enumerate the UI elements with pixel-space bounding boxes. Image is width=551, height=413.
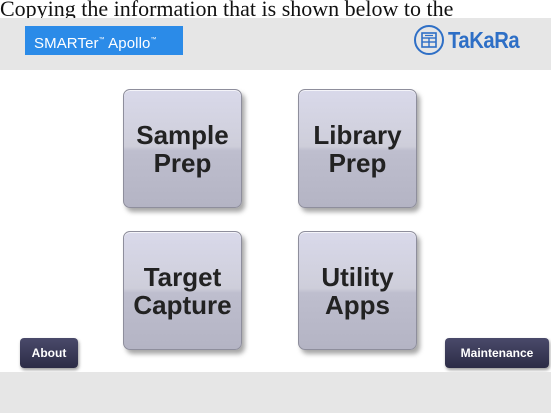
target-capture-line2: Capture	[133, 289, 232, 320]
maintenance-button[interactable]: Maintenance	[445, 338, 549, 368]
product-name-2: Apollo	[104, 35, 151, 52]
target-capture-line1: Target	[143, 261, 222, 292]
library-prep-label: Library Prep	[313, 121, 401, 177]
utility-apps-tile[interactable]: Utility Apps	[298, 231, 417, 350]
product-tm-2: ™	[150, 37, 157, 43]
takara-wordmark: TaKaRa	[448, 26, 520, 53]
product-name: SMARTer	[34, 35, 99, 52]
library-prep-line1: Library	[313, 119, 402, 150]
app-footer	[0, 372, 551, 413]
sample-prep-label: Sample Prep	[136, 121, 229, 177]
sample-prep-tile[interactable]: Sample Prep	[123, 89, 242, 208]
target-capture-label: Target Capture	[133, 263, 231, 319]
library-prep-tile[interactable]: Library Prep	[298, 89, 417, 208]
utility-apps-line2: Apps	[324, 289, 390, 320]
utility-apps-line1: Utility	[321, 261, 394, 292]
app-header: SMARTer™ Apollo™ TaKaRa	[0, 18, 551, 70]
caption-text: Copying the information that is shown be…	[0, 0, 454, 18]
about-button[interactable]: About	[20, 338, 78, 368]
utility-apps-label: Utility Apps	[321, 263, 393, 319]
takara-seal-icon	[414, 25, 445, 55]
product-badge: SMARTer™ Apollo™	[25, 26, 183, 55]
takara-logo: TaKaRa	[414, 23, 529, 57]
sample-prep-line2: Prep	[153, 147, 212, 178]
target-capture-tile[interactable]: Target Capture	[123, 231, 242, 350]
library-prep-line2: Prep	[328, 147, 387, 178]
sample-prep-line1: Sample	[136, 119, 229, 150]
